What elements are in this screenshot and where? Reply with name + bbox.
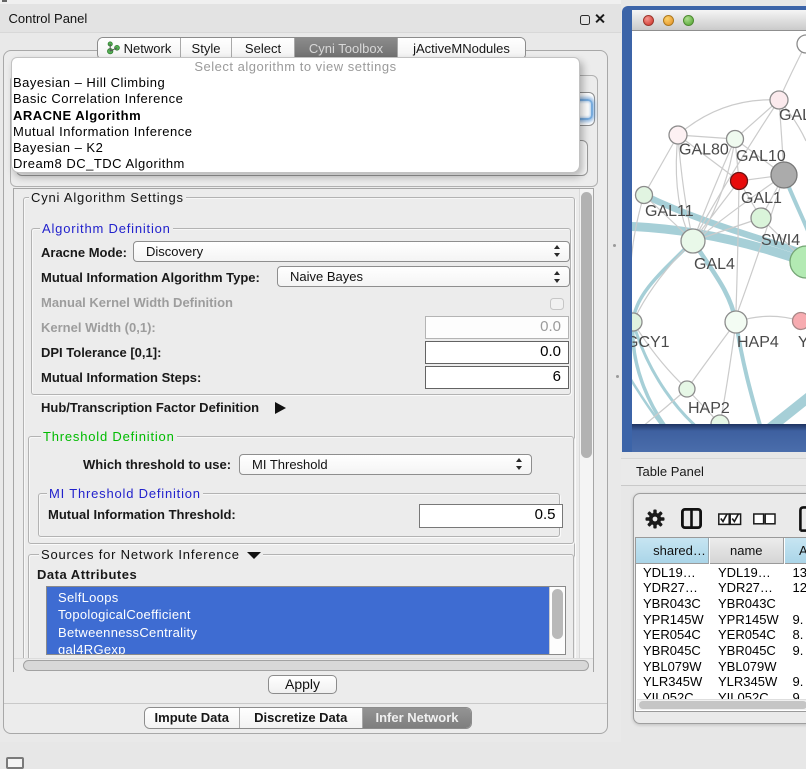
svg-text:GAL80: GAL80 (679, 142, 729, 159)
svg-text:GAL11: GAL11 (645, 203, 694, 220)
svg-text:GAL4: GAL4 (694, 256, 735, 273)
svg-text:GAL10: GAL10 (736, 148, 786, 165)
svg-text:GCY1: GCY1 (632, 334, 670, 351)
svg-text:HAP4: HAP4 (737, 334, 779, 351)
svg-text:HAP2: HAP2 (688, 400, 730, 417)
svg-text:GAL1: GAL1 (741, 190, 782, 207)
svg-text:SWI4: SWI4 (761, 232, 800, 249)
svg-text:YM: YM (798, 334, 806, 351)
svg-text:GAL7: GAL7 (779, 107, 806, 124)
